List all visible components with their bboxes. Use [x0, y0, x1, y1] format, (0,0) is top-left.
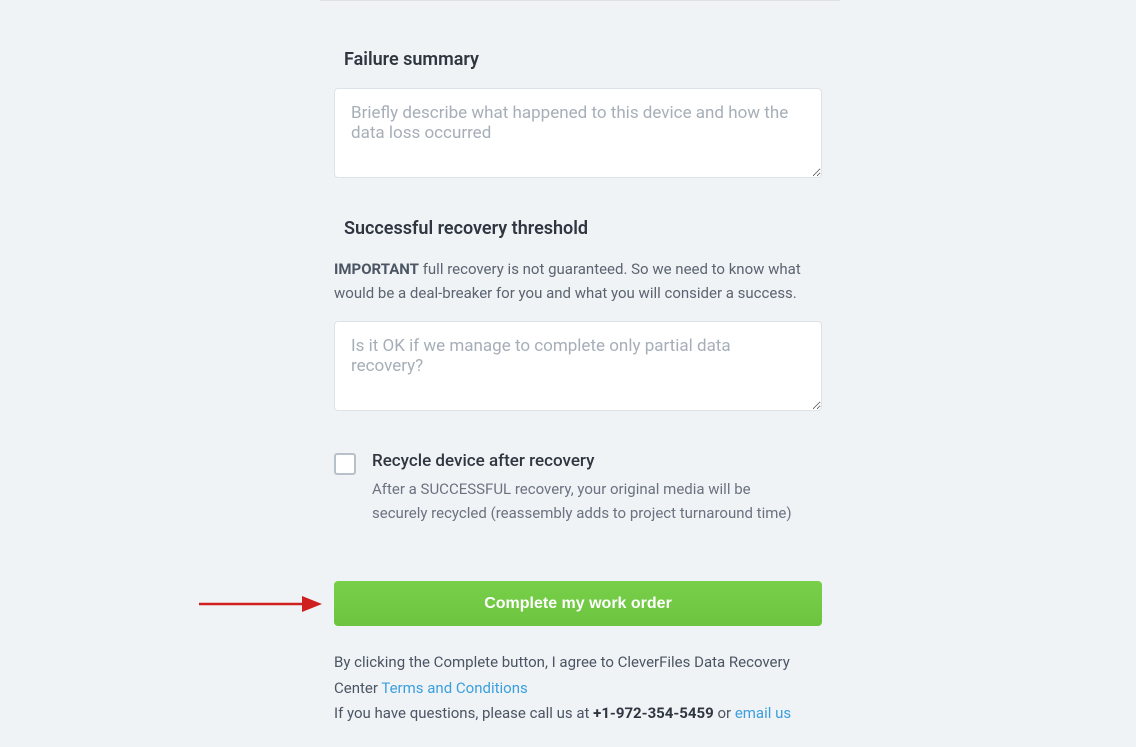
recycle-label: Recycle device after recovery — [372, 451, 840, 471]
recycle-content: Recycle device after recovery After a SU… — [372, 451, 840, 525]
section-divider — [320, 0, 840, 1]
recovery-threshold-section: Successful recovery threshold IMPORTANT … — [334, 218, 840, 415]
legal-line2-prefix: If you have questions, please call us at — [334, 704, 593, 722]
recovery-threshold-note: IMPORTANT full recovery is not guarantee… — [334, 257, 822, 305]
legal-line2-or: or — [714, 704, 735, 722]
email-link[interactable]: email us — [735, 704, 791, 722]
failure-summary-label: Failure summary — [344, 49, 840, 70]
failure-summary-section: Failure summary — [334, 49, 840, 182]
submit-row: Complete my work order — [334, 581, 840, 626]
failure-summary-input[interactable] — [334, 88, 822, 178]
complete-order-button[interactable]: Complete my work order — [334, 581, 822, 626]
legal-text: By clicking the Complete button, I agree… — [334, 650, 822, 727]
arrow-icon — [194, 589, 324, 619]
important-tag: IMPORTANT — [334, 260, 419, 278]
recovery-threshold-label: Successful recovery threshold — [344, 218, 840, 239]
recovery-threshold-input[interactable] — [334, 321, 822, 411]
recycle-checkbox[interactable] — [334, 453, 356, 475]
terms-link[interactable]: Terms and Conditions — [381, 679, 527, 697]
recycle-description: After a SUCCESSFUL recovery, your origin… — [372, 477, 802, 525]
recycle-option-row: Recycle device after recovery After a SU… — [334, 451, 840, 525]
phone-number: +1-972-354-5459 — [593, 704, 714, 722]
